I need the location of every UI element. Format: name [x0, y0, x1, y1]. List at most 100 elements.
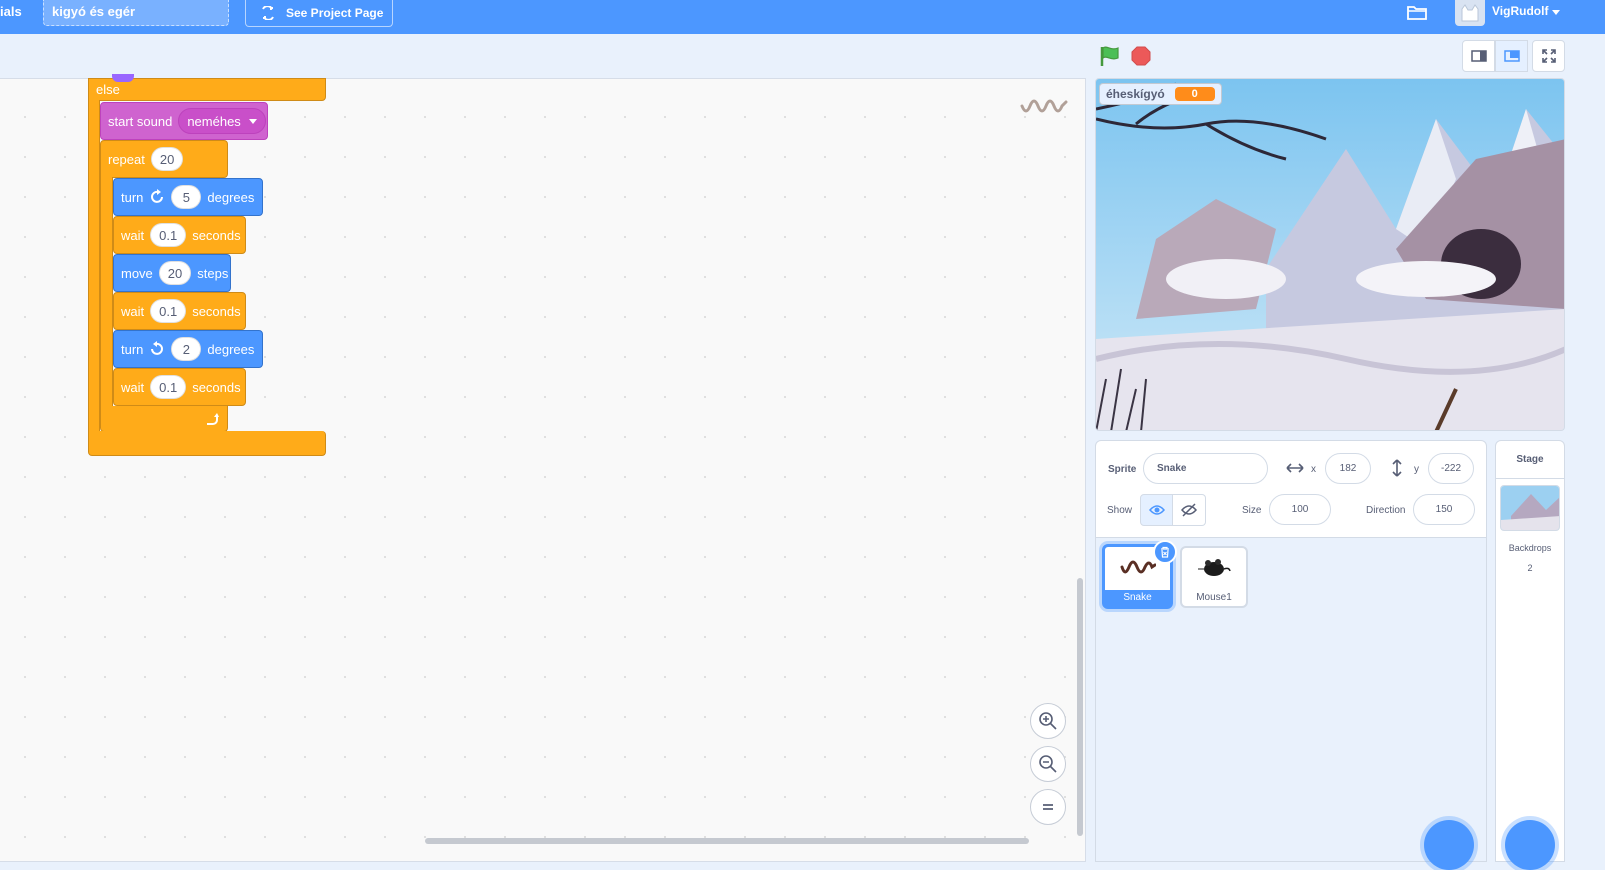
user-avatar[interactable]: [1455, 0, 1485, 26]
variable-monitor[interactable]: éheskígyó 0: [1099, 83, 1222, 105]
y-label: y: [1414, 464, 1419, 475]
sound-dropdown[interactable]: neméhes: [178, 108, 266, 134]
large-stage-button[interactable]: [1495, 40, 1528, 72]
turn-left-block[interactable]: turn 2 degrees: [113, 330, 263, 368]
fullscreen-icon: [1541, 49, 1556, 63]
small-stage-icon: [1470, 50, 1487, 62]
sprite-tile-label: Snake: [1105, 590, 1170, 606]
backdrops-count: 2: [1527, 563, 1533, 573]
sprite-tile-mouse[interactable]: Mouse1: [1180, 546, 1248, 608]
stage-target-panel[interactable]: Stage Backdrops 2: [1495, 440, 1565, 862]
repeat-block[interactable]: repeat 20: [100, 140, 228, 178]
if-else-block-bottom: [88, 431, 326, 456]
if-else-notch: [112, 74, 134, 82]
show-hidden-button[interactable]: [1173, 494, 1206, 526]
sprite-watermark-icon: [1020, 99, 1068, 113]
wait-3-unit: seconds: [192, 379, 241, 395]
move-label: move: [121, 265, 153, 281]
sprite-thumbnail: [1196, 548, 1232, 590]
project-title-input[interactable]: kigyó és egér: [43, 0, 229, 26]
if-else-left-arm: [88, 100, 100, 432]
turn-left-degrees-input[interactable]: 2: [171, 337, 202, 361]
backdrops-label: Backdrops: [1508, 543, 1552, 553]
sprite-name-input[interactable]: Snake: [1143, 453, 1268, 484]
menu-bar: ials kigyó és egér See Project Page VigR…: [0, 0, 1605, 34]
turn-right-label: turn: [121, 189, 144, 205]
zoom-reset-icon: [1043, 804, 1053, 810]
else-label: else: [96, 82, 120, 97]
size-label: Size: [1242, 505, 1262, 516]
wait-block-2[interactable]: wait 0.1 seconds: [113, 292, 246, 330]
y-arrows-icon: [1392, 459, 1402, 477]
add-sprite-button[interactable]: [1424, 820, 1474, 870]
workspace-horizontal-scrollbar[interactable]: [425, 838, 1029, 844]
eye-slash-icon: [1181, 503, 1197, 517]
username-label[interactable]: VigRudolf: [1492, 4, 1548, 18]
small-stage-button[interactable]: [1462, 40, 1495, 72]
variable-value: 0: [1174, 87, 1215, 101]
stage-controls-bar: [0, 34, 1605, 78]
green-flag-icon[interactable]: [1098, 44, 1122, 68]
show-label: Show: [1107, 505, 1133, 516]
delete-sprite-button[interactable]: [1153, 540, 1177, 564]
wait-3-label: wait: [121, 379, 145, 395]
backdrop-preview-image: [1501, 486, 1559, 530]
workspace-vertical-scrollbar[interactable]: [1077, 578, 1083, 836]
show-visible-button[interactable]: [1140, 494, 1173, 526]
size-input[interactable]: 100: [1269, 494, 1331, 525]
start-sound-label: start sound: [108, 113, 173, 129]
start-sound-block[interactable]: start sound neméhes: [100, 102, 268, 140]
rotate-clockwise-icon: [151, 189, 164, 203]
remix-arrows-icon: [262, 6, 274, 20]
dropdown-caret-icon: [248, 118, 257, 124]
rotate-counterclockwise-icon: [151, 341, 164, 355]
turn-left-label: turn: [121, 341, 144, 357]
turn-right-degrees-input[interactable]: 5: [171, 185, 202, 209]
stage-size-toggle: [1462, 40, 1565, 72]
variable-name: éheskígyó: [1106, 87, 1165, 101]
zoom-reset-button[interactable]: [1030, 789, 1066, 825]
stop-icon[interactable]: [1131, 46, 1151, 66]
wait-3-seconds-input[interactable]: 0.1: [150, 375, 187, 399]
move-steps-input[interactable]: 20: [158, 261, 192, 285]
zoom-in-icon: [1039, 712, 1057, 730]
x-position-input[interactable]: 182: [1325, 453, 1371, 484]
tutorials-menu-item[interactable]: ials: [0, 4, 22, 19]
move-unit: steps: [197, 265, 229, 281]
zoom-in-button[interactable]: [1030, 703, 1066, 739]
winter-backdrop-image: [1096, 79, 1564, 430]
add-backdrop-button[interactable]: [1505, 820, 1555, 870]
repeat-label: repeat: [108, 151, 145, 167]
turn-right-block[interactable]: turn 5 degrees: [113, 178, 263, 216]
direction-input[interactable]: 150: [1413, 494, 1475, 525]
wait-1-label: wait: [121, 227, 145, 243]
turn-left-unit: degrees: [207, 341, 255, 357]
large-stage-icon: [1503, 50, 1520, 62]
wait-block-3[interactable]: wait 0.1 seconds: [113, 368, 246, 406]
cat-avatar-icon: [1461, 4, 1479, 22]
x-arrows-icon: [1286, 463, 1304, 473]
y-position-input[interactable]: -222: [1428, 453, 1474, 484]
trash-icon: [1161, 546, 1169, 558]
eye-icon: [1148, 505, 1165, 515]
my-stuff-folder-icon[interactable]: [1406, 3, 1428, 21]
zoom-out-icon: [1039, 755, 1057, 773]
wait-2-label: wait: [121, 303, 145, 319]
repeat-count-input[interactable]: 20: [150, 147, 184, 171]
see-project-page-button[interactable]: See Project Page: [245, 0, 393, 27]
see-project-page-label: See Project Page: [286, 6, 384, 20]
wait-block-1[interactable]: wait 0.1 seconds: [113, 216, 246, 254]
stage-canvas[interactable]: [1095, 78, 1565, 431]
sprite-thumbnail: [1120, 547, 1156, 590]
wait-1-unit: seconds: [192, 227, 241, 243]
fullscreen-button[interactable]: [1532, 40, 1565, 72]
wait-2-seconds-input[interactable]: 0.1: [150, 299, 187, 323]
zoom-out-button[interactable]: [1030, 746, 1066, 782]
wait-2-unit: seconds: [192, 303, 241, 319]
wait-1-seconds-input[interactable]: 0.1: [150, 223, 187, 247]
move-steps-block[interactable]: move 20 steps: [113, 254, 231, 292]
user-menu-caret-icon[interactable]: [1552, 10, 1560, 15]
snake-sprite-icon: [1120, 560, 1156, 573]
repeat-block-bottom: [100, 406, 228, 432]
sprite-tile-label: Mouse1: [1196, 592, 1232, 603]
